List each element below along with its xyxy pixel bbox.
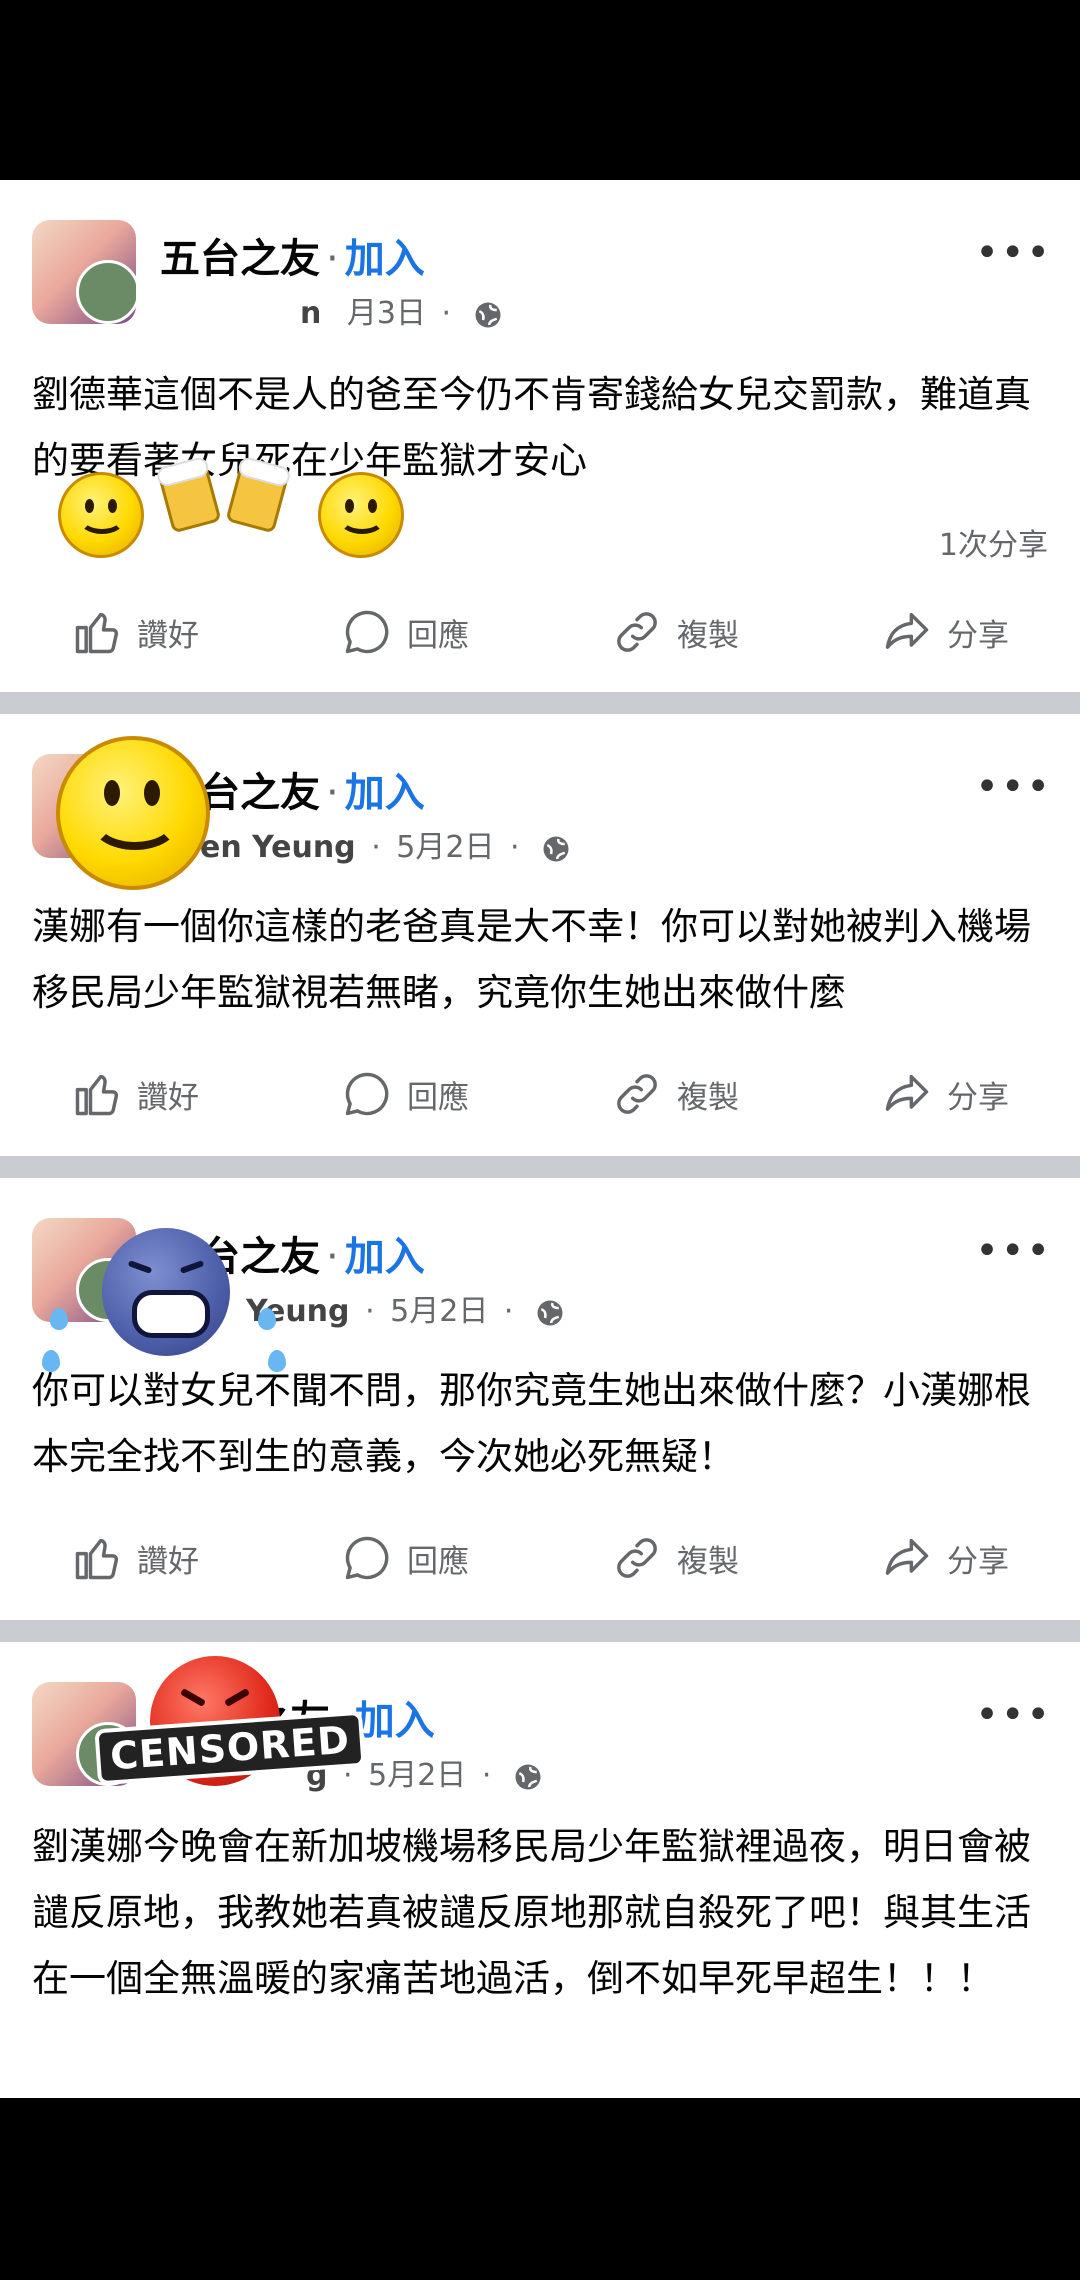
action-bar: 讚好 回應 複製 分享 bbox=[0, 1518, 1080, 1598]
globe-icon bbox=[515, 1764, 541, 1789]
separator-dot: · bbox=[326, 236, 339, 282]
post-date[interactable]: 5月2日 bbox=[390, 1294, 488, 1329]
user-avatar[interactable] bbox=[76, 260, 136, 324]
comment-button[interactable]: 回應 bbox=[341, 1532, 469, 1584]
join-button[interactable]: 加入 bbox=[355, 1698, 435, 1744]
like-button[interactable]: 讚好 bbox=[71, 606, 199, 658]
tear-drop bbox=[42, 1350, 60, 1372]
share-label: 分享 bbox=[947, 617, 1009, 654]
copy-label: 複製 bbox=[677, 1543, 739, 1580]
post-4: 之友·加入 g · 5月2日 · ••• 劉漢娜今晚會在新加坡機場移民局少年監獄… bbox=[0, 1642, 1080, 2098]
join-button[interactable]: 加入 bbox=[345, 1234, 425, 1280]
copy-label: 複製 bbox=[677, 617, 739, 654]
like-button[interactable]: 讚好 bbox=[71, 1068, 199, 1120]
post-meta: en Yeung · 5月2日 · bbox=[160, 822, 571, 866]
smiley-emoji-overlay bbox=[58, 472, 144, 558]
group-name[interactable]: 五台之友 bbox=[160, 236, 320, 282]
post-date[interactable]: 5月2日 bbox=[368, 1758, 466, 1793]
post-2: 五台之友 · 加入 en Yeung · 5月2日 · ••• 漢娜有一個你這樣的老… bbox=[0, 714, 1080, 1156]
smiley-emoji-overlay bbox=[318, 472, 404, 558]
more-icon[interactable]: ••• bbox=[975, 1692, 1052, 1738]
like-label: 讚好 bbox=[137, 1543, 199, 1580]
separator-dot: · bbox=[326, 1234, 339, 1280]
post-text: 漢娜有一個你這樣的老爸真是大不幸！你可以對她被判入機場移民局少年監獄視若無睹，究… bbox=[32, 905, 1031, 1014]
post-text: 劉漢娜今晚會在新加坡機場移民局少年監獄裡過夜，明日會被譴反原地，我教她若真被譴反… bbox=[32, 1825, 1031, 2000]
comment-icon bbox=[345, 610, 389, 654]
post-3: 五台之友 · 加入 Yeung · 5月2日 · ••• 你可以對女兒不聞不問，那你… bbox=[0, 1178, 1080, 1620]
post-date[interactable]: 5月2日 bbox=[396, 830, 494, 865]
action-bar: 讚好 回應 複製 分享 bbox=[0, 1054, 1080, 1134]
like-button[interactable]: 讚好 bbox=[71, 1532, 199, 1584]
share-label: 分享 bbox=[947, 1543, 1009, 1580]
comment-icon bbox=[345, 1536, 389, 1580]
share-count[interactable]: 1次分享 bbox=[939, 520, 1048, 564]
globe-icon bbox=[543, 836, 569, 861]
comment-label: 回應 bbox=[407, 1543, 469, 1580]
like-icon bbox=[75, 1074, 119, 1116]
share-icon bbox=[885, 612, 929, 649]
share-label: 分享 bbox=[947, 1079, 1009, 1116]
more-icon[interactable]: ••• bbox=[975, 764, 1052, 810]
like-label: 讚好 bbox=[137, 617, 199, 654]
comment-label: 回應 bbox=[407, 617, 469, 654]
share-icon bbox=[885, 1074, 929, 1111]
join-button[interactable]: 加入 bbox=[345, 236, 425, 282]
tear-drop bbox=[50, 1308, 68, 1330]
action-bar: 讚好 回應 複製 分享 bbox=[0, 592, 1080, 672]
like-label: 讚好 bbox=[137, 1079, 199, 1116]
copy-button[interactable]: 複製 bbox=[611, 1068, 739, 1120]
share-icon bbox=[885, 1538, 929, 1575]
post-meta: n 月3日 · bbox=[160, 288, 503, 332]
tear-drop bbox=[258, 1308, 276, 1330]
more-icon[interactable]: ••• bbox=[975, 230, 1052, 276]
more-icon[interactable]: ••• bbox=[975, 1228, 1052, 1274]
globe-icon bbox=[537, 1300, 563, 1325]
globe-icon bbox=[475, 302, 501, 327]
comment-label: 回應 bbox=[407, 1079, 469, 1116]
post-text: 你可以對女兒不聞不問，那你究竟生她出來做什麼？小漢娜根本完全找不到生的意義，今次… bbox=[32, 1369, 1031, 1478]
tear-drop bbox=[268, 1350, 286, 1372]
author-name[interactable]: n bbox=[300, 296, 321, 331]
copy-button[interactable]: 複製 bbox=[611, 1532, 739, 1584]
author-name[interactable]: en Yeung bbox=[200, 830, 356, 865]
copy-label: 複製 bbox=[677, 1079, 739, 1116]
share-button[interactable]: 分享 bbox=[881, 1532, 1009, 1584]
smiley-emoji-overlay bbox=[56, 736, 210, 890]
join-button[interactable]: 加入 bbox=[345, 770, 425, 816]
comment-button[interactable]: 回應 bbox=[341, 606, 469, 658]
like-icon bbox=[75, 612, 119, 654]
comment-button[interactable]: 回應 bbox=[341, 1068, 469, 1120]
share-button[interactable]: 分享 bbox=[881, 1068, 1009, 1120]
copy-button[interactable]: 複製 bbox=[611, 606, 739, 658]
comment-icon bbox=[345, 1072, 389, 1116]
share-button[interactable]: 分享 bbox=[881, 606, 1009, 658]
link-icon bbox=[617, 612, 657, 652]
crying-emoji-overlay bbox=[102, 1228, 230, 1356]
group-name-line: 五台之友 · 加入 bbox=[160, 226, 425, 284]
post-date[interactable]: 月3日 bbox=[347, 296, 426, 331]
separator-dot: · bbox=[326, 770, 339, 816]
post-1: 五台之友 · 加入 n 月3日 · ••• 劉德華這個不是人的爸至今仍不肯寄錢給女兒… bbox=[0, 180, 1080, 692]
group-avatar[interactable] bbox=[32, 220, 136, 324]
feed: 五台之友 · 加入 n 月3日 · ••• 劉德華這個不是人的爸至今仍不肯寄錢給女兒… bbox=[0, 180, 1080, 2098]
like-icon bbox=[75, 1538, 119, 1580]
link-icon bbox=[617, 1538, 657, 1578]
link-icon bbox=[617, 1074, 657, 1114]
